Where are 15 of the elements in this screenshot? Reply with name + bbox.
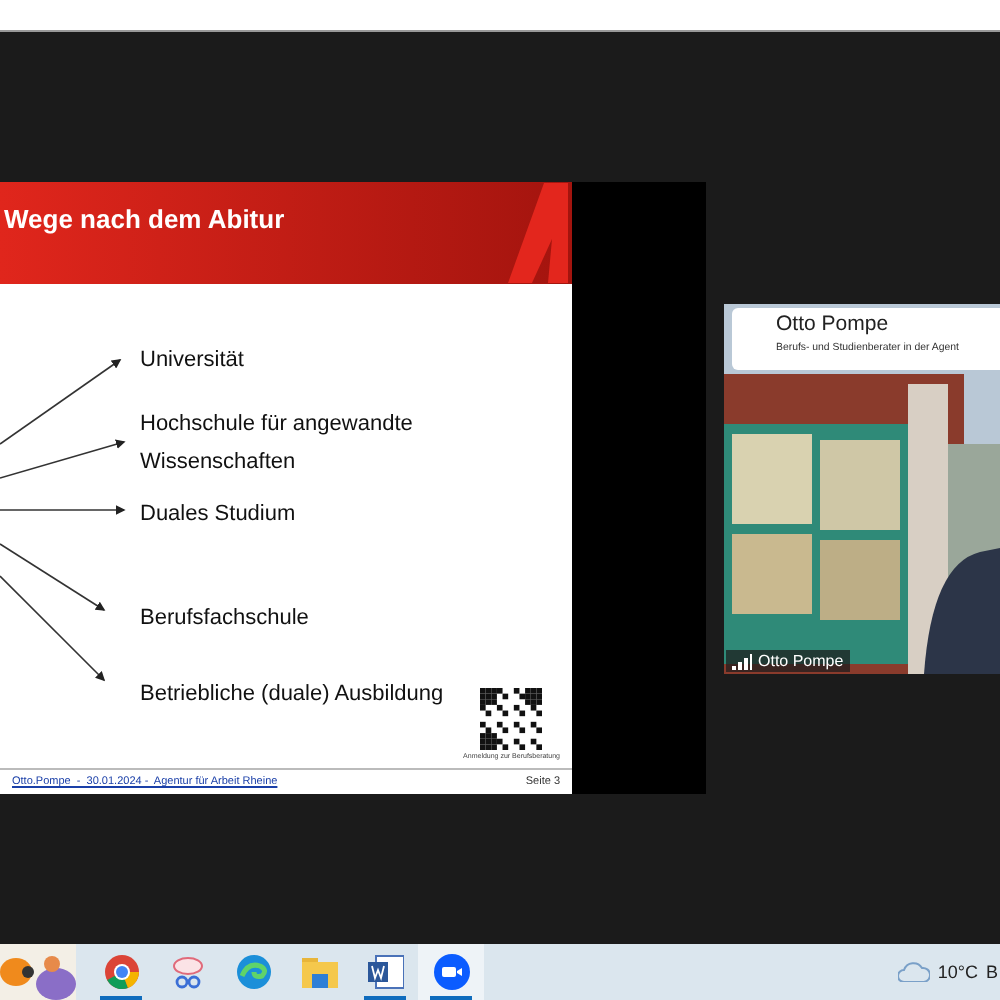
option-text: Hochschule für angewandte Wissenschaften: [140, 410, 415, 478]
cloud-icon: [897, 962, 930, 982]
option-text: Berufsfachschule: [140, 604, 311, 634]
signal-icon: [732, 653, 752, 669]
taskbar-app-icon[interactable]: [418, 944, 484, 1000]
option-text: Betriebliche (duale) Ausbildung: [140, 680, 446, 710]
participant-name: Otto Pompe: [776, 312, 891, 336]
slide-title: Wege nach dem Abitur: [4, 204, 285, 234]
option-text: Universität: [140, 346, 246, 376]
weather-text[interactable]: B: [985, 962, 998, 982]
participant-label: Otto Pompe: [758, 652, 844, 670]
option-text: Duales Studium: [140, 500, 298, 530]
temperature[interactable]: 10°C: [937, 962, 978, 982]
qr-code-icon: [480, 688, 543, 750]
arrow: [0, 505, 126, 515]
